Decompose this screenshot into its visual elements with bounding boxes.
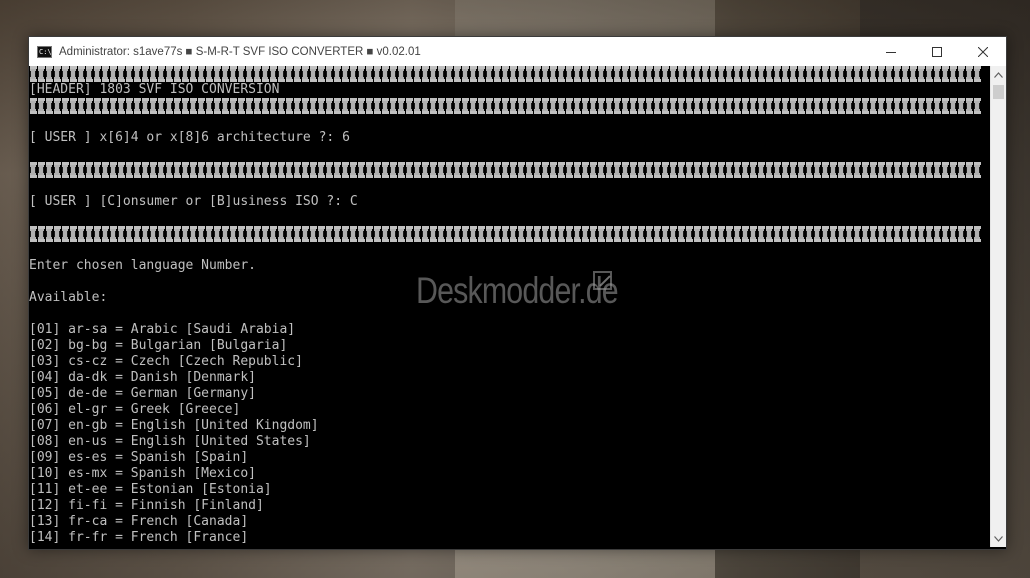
minimize-icon: [886, 51, 896, 53]
architecture-prompt: [ USER ] x[6]4 or x[8]6 architecture ?: …: [29, 130, 350, 145]
scrollbar-thumb[interactable]: [993, 85, 1004, 99]
maximize-icon: [932, 46, 942, 57]
language-item: [07] en-gb = English [United Kingdom]: [29, 418, 319, 433]
language-item: [05] de-de = German [Germany]: [29, 386, 256, 401]
scroll-down-button[interactable]: [991, 530, 1006, 547]
language-item: [13] fr-ca = French [Canada]: [29, 514, 249, 529]
language-item: [12] fi-fi = Finnish [Finland]: [29, 498, 264, 513]
header-line: [HEADER] 1803 SVF ISO CONVERSION: [29, 82, 280, 97]
chevron-up-icon: [994, 71, 1003, 78]
close-button[interactable]: [960, 37, 1006, 66]
language-item: [04] da-dk = Danish [Denmark]: [29, 370, 256, 385]
vertical-scrollbar[interactable]: [990, 66, 1006, 547]
language-item: [08] en-us = English [United States]: [29, 434, 311, 449]
window-title: Administrator: s1ave77s ■ S-M-R-T SVF IS…: [59, 45, 421, 58]
window-controls: [868, 37, 1006, 66]
language-item: [06] el-gr = Greek [Greece]: [29, 402, 241, 417]
title-bar[interactable]: C:\. Administrator: s1ave77s ■ S-M-R-T S…: [29, 37, 1006, 66]
chevron-down-icon: [994, 535, 1003, 542]
separator-line: [30, 98, 981, 114]
scroll-up-button[interactable]: [991, 66, 1006, 83]
language-item: [01] ar-sa = Arabic [Saudi Arabia]: [29, 322, 296, 337]
language-item: [02] bg-bg = Bulgarian [Bulgaria]: [29, 338, 288, 353]
separator-line: [30, 66, 981, 82]
iso-type-prompt: [ USER ] [C]onsumer or [B]usiness ISO ?:…: [29, 194, 358, 209]
language-item: [10] es-mx = Spanish [Mexico]: [29, 466, 256, 481]
separator-line: [30, 226, 981, 242]
language-item: [09] es-es = Spanish [Spain]: [29, 450, 249, 465]
edit-icon: [593, 271, 612, 290]
language-item: [14] fr-fr = French [France]: [29, 530, 249, 545]
close-icon: [978, 46, 988, 57]
language-item: [03] cs-cz = Czech [Czech Republic]: [29, 354, 303, 369]
watermark-text: Deskmodder.de: [416, 270, 619, 311]
maximize-button[interactable]: [914, 37, 960, 66]
separator-line: [30, 162, 981, 178]
language-item: [11] et-ee = Estonian [Estonia]: [29, 482, 272, 497]
minimize-button[interactable]: [868, 37, 914, 66]
console-icon[interactable]: C:\.: [37, 45, 56, 58]
